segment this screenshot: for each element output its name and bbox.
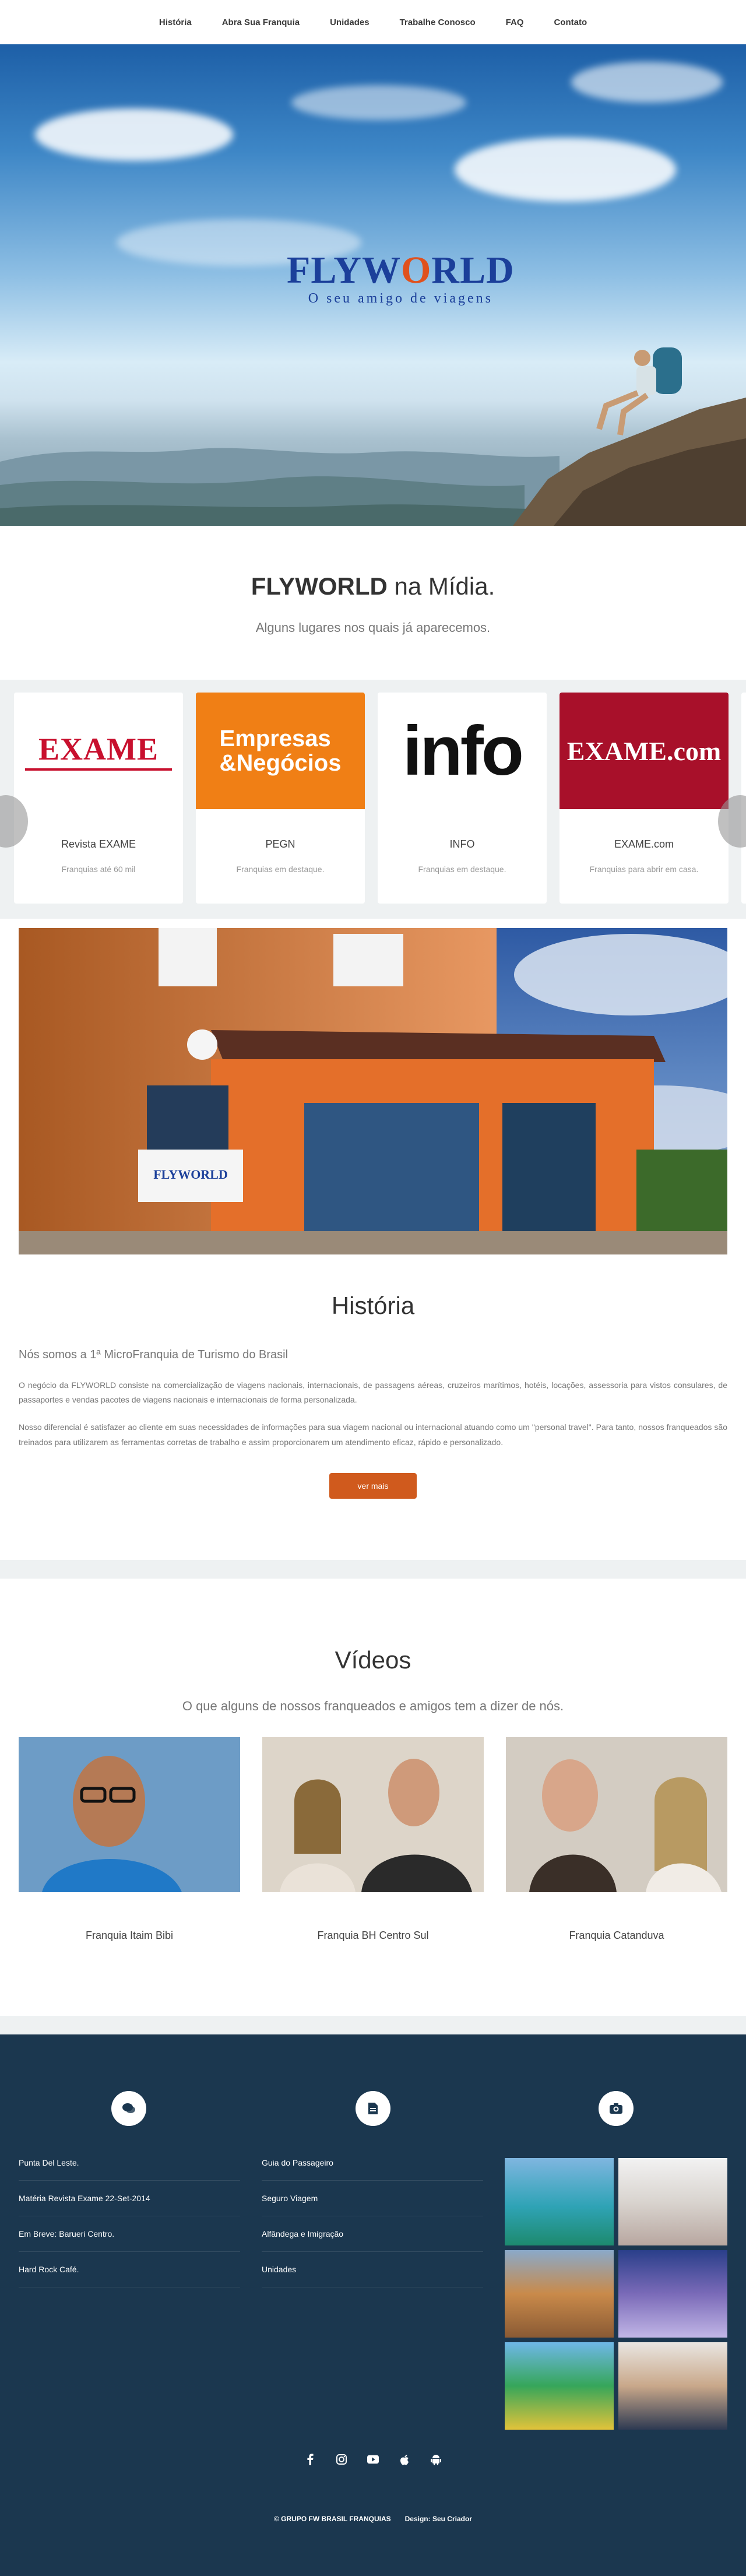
footer-link[interactable]: Punta Del Leste. (19, 2158, 240, 2181)
site-footer: Punta Del Leste. Matéria Revista Exame 2… (0, 2034, 746, 2576)
storefront-image: FLYWORLD (19, 928, 727, 1254)
footer-link[interactable]: Alfândega e Imigração (262, 2216, 483, 2252)
footer-link[interactable]: Matéria Revista Exame 22-Set-2014 (19, 2181, 240, 2216)
footer-news-list: Punta Del Leste. Matéria Revista Exame 2… (19, 2158, 240, 2287)
media-card-pegn[interactable]: Empresas &Negócios PEGN Franquias em des… (196, 693, 365, 904)
youtube-icon[interactable] (367, 2454, 379, 2465)
gallery-photo[interactable] (618, 2342, 727, 2430)
cloud-shape (35, 108, 233, 161)
cloud-shape (455, 138, 676, 202)
video-card[interactable]: Franquia Catanduva (506, 1737, 727, 1942)
section-divider (0, 1560, 746, 1579)
gallery-photo[interactable] (505, 2342, 614, 2430)
svg-text:FLYWORLD: FLYWORLD (153, 1167, 228, 1182)
android-icon[interactable] (430, 2454, 442, 2465)
footer-link[interactable]: Seguro Viagem (262, 2181, 483, 2216)
gallery-photo[interactable] (618, 2158, 727, 2245)
media-carousel: EXAME Revista EXAME Franquias até 60 mil… (0, 680, 746, 919)
exame-logo: EXAME (14, 693, 183, 809)
facebook-icon[interactable] (304, 2454, 316, 2465)
nav-faq[interactable]: FAQ (506, 17, 524, 27)
historia-subtitle: Nós somos a 1ª MicroFranquia de Turismo … (19, 1348, 288, 1361)
section-divider (0, 2016, 746, 2034)
ver-mais-button[interactable]: ver mais (329, 1472, 417, 1499)
video-label: Franquia BH Centro Sul (317, 1930, 429, 1941)
footer-link[interactable]: Unidades (262, 2252, 483, 2287)
media-card-name: PEGN (265, 838, 295, 850)
chat-icon (111, 2091, 146, 2126)
nav-contato[interactable]: Contato (554, 17, 587, 27)
camera-icon (599, 2091, 634, 2126)
cloud-shape (571, 62, 723, 103)
historia-paragraph-2: Nosso diferencial é satisfazer ao client… (19, 1422, 727, 1447)
hiker-illustration (596, 347, 682, 435)
gallery-photo[interactable] (618, 2250, 727, 2338)
media-card-desc: Franquias em destaque. (418, 864, 506, 874)
media-card-info[interactable]: info INFO Franquias em destaque. (378, 693, 547, 904)
main-nav: História Abra Sua Franquia Unidades Trab… (0, 0, 746, 44)
design-credit[interactable]: Design: Seu Criador (405, 2515, 472, 2523)
video-label: Franquia Itaim Bibi (85, 1930, 174, 1941)
gallery-photo[interactable] (505, 2250, 614, 2338)
footer-info-list: Guia do Passageiro Seguro Viagem Alfânde… (262, 2158, 483, 2287)
historia-paragraph-1: O negócio da FLYWORLD consiste na comerc… (19, 1380, 727, 1405)
nav-trabalhe-conosco[interactable]: Trabalhe Conosco (400, 17, 476, 27)
footer-link[interactable]: Guia do Passageiro (262, 2158, 483, 2181)
copyright-line: © GRUPO FW BRASIL FRANQUIAS Design: Seu C… (0, 2515, 746, 2523)
carousel-track: EXAME Revista EXAME Franquias até 60 mil… (14, 693, 746, 904)
gallery-photo[interactable] (505, 2158, 614, 2245)
video-grid: Franquia Itaim Bibi Franquia BH Centro S… (0, 1737, 746, 1942)
media-card-desc: Franquias em destaque. (236, 864, 325, 874)
videos-section: Vídeos O que alguns de nossos franqueado… (0, 1579, 746, 2016)
logo-wordmark: FLYWORLD (287, 249, 515, 291)
logo-tagline: O seu amigo de viagens (308, 291, 493, 306)
videos-title: Vídeos (335, 1646, 411, 1674)
historia-section: FLYWORLD História Nós somos a 1ª MicroFr… (0, 919, 746, 1560)
media-card-desc: Franquias para abrir em casa. (589, 864, 699, 874)
hero-banner: FLYWORLD O seu amigo de viagens (0, 44, 746, 526)
pegn-logo: Empresas &Negócios (196, 693, 365, 809)
info-logo: info (378, 693, 547, 809)
media-card-name: Revista EXAME (61, 838, 136, 850)
midia-subtitle: Alguns lugares nos quais já aparecemos. (255, 620, 491, 635)
apple-icon[interactable] (399, 2454, 410, 2465)
video-thumbnail[interactable] (19, 1737, 240, 1892)
videos-subtitle: O que alguns de nossos franqueados e ami… (182, 1699, 564, 1713)
exame-com-logo: EXAME.com (560, 693, 729, 809)
media-card-name: EXAME.com (614, 838, 674, 850)
social-links (0, 2454, 746, 2465)
storefront-illustration: FLYWORLD (19, 928, 727, 1254)
footer-link[interactable]: Hard Rock Café. (19, 2252, 240, 2287)
nav-abra-sua-franquia[interactable]: Abra Sua Franquia (222, 17, 300, 27)
video-thumbnail[interactable] (262, 1737, 484, 1892)
midia-section: FLYWORLD na Mídia. Alguns lugares nos qu… (0, 526, 746, 680)
video-thumbnail[interactable] (506, 1737, 727, 1892)
footer-link[interactable]: Em Breve: Barueri Centro. (19, 2216, 240, 2252)
video-card[interactable]: Franquia BH Centro Sul (262, 1737, 484, 1942)
nav-historia[interactable]: História (159, 17, 192, 27)
historia-title: História (331, 1292, 415, 1319)
flyworld-logo: FLYWORLD O seu amigo de viagens (287, 251, 515, 307)
photo-gallery (505, 2158, 727, 2430)
video-card[interactable]: Franquia Itaim Bibi (19, 1737, 240, 1942)
media-card-exame[interactable]: EXAME Revista EXAME Franquias até 60 mil (14, 693, 183, 904)
document-icon (356, 2091, 390, 2126)
media-card-name: INFO (449, 838, 475, 850)
instagram-icon[interactable] (336, 2454, 347, 2465)
cloud-shape (291, 85, 466, 120)
nav-unidades[interactable]: Unidades (330, 17, 370, 27)
midia-title: FLYWORLD na Mídia. (251, 572, 495, 600)
video-label: Franquia Catanduva (569, 1930, 664, 1941)
media-card-exame-com[interactable]: EXAME.com EXAME.com Franquias para abrir… (560, 693, 729, 904)
copyright-text: © GRUPO FW BRASIL FRANQUIAS (274, 2515, 391, 2523)
media-card-desc: Franquias até 60 mil (61, 864, 136, 874)
